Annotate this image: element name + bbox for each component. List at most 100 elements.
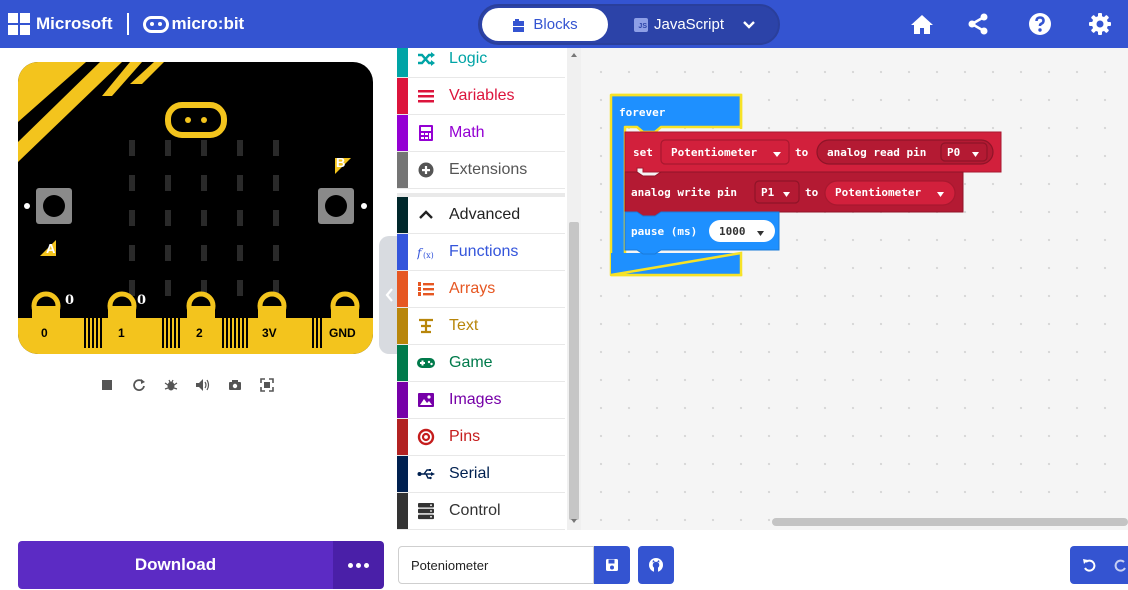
- save-icon: [606, 559, 618, 571]
- microbit-simulator[interactable]: A B 0 0 0 1 2 3V GND: [18, 62, 373, 354]
- ellipsis-dot: [356, 562, 361, 568]
- toolbox-item-label: Extensions: [449, 161, 528, 178]
- toolbox-item-logic[interactable]: Logic: [397, 48, 565, 78]
- toolbox-item-game[interactable]: Game: [397, 345, 565, 382]
- toolbox-scroll-thumb[interactable]: [569, 222, 579, 520]
- github-button[interactable]: [638, 546, 674, 584]
- toolbox-item-arrays[interactable]: Arrays: [397, 271, 565, 308]
- chevron-up-icon: [419, 210, 433, 219]
- category-color-bar: [397, 48, 408, 77]
- microsoft-label: Microsoft: [36, 14, 113, 33]
- pin-3v-label: 3V: [262, 326, 277, 340]
- category-color-bar: [397, 419, 408, 455]
- home-icon[interactable]: [910, 12, 934, 36]
- javascript-icon: JS: [633, 17, 648, 32]
- write-pin-dropdown[interactable]: P1: [761, 186, 775, 199]
- share-icon[interactable]: [966, 12, 990, 36]
- pin-gnd-label: GND: [329, 326, 356, 340]
- restart-icon[interactable]: [128, 374, 150, 396]
- more-options-button[interactable]: [333, 541, 384, 589]
- category-color-bar: [397, 234, 408, 270]
- read-pin-dropdown[interactable]: P0: [947, 146, 960, 159]
- pin-1-label[interactable]: 1: [118, 326, 125, 340]
- toolbox-item-serial[interactable]: Serial: [397, 456, 565, 493]
- toolbox-scrollbar[interactable]: [567, 48, 581, 530]
- analog-write-block[interactable]: analog write pin P1 to Potentiometer: [624, 171, 964, 217]
- image-icon: [418, 393, 434, 407]
- microsoft-logo-icon: [8, 13, 30, 35]
- brand[interactable]: Microsoft micro:bit: [8, 0, 244, 48]
- download-button[interactable]: Download: [18, 541, 333, 589]
- toolbox-item-functions[interactable]: f (x) Functions: [397, 234, 565, 271]
- ellipsis-dot: [364, 562, 369, 568]
- redo-button[interactable]: [1108, 546, 1128, 584]
- pin-2-label[interactable]: 2: [196, 326, 203, 340]
- project-name-input[interactable]: [398, 546, 594, 584]
- toolbox-item-label: Text: [449, 317, 479, 334]
- toolbox-item-pins[interactable]: Pins: [397, 419, 565, 456]
- gamepad-icon: [417, 358, 435, 368]
- write-value-dropdown[interactable]: Potentiometer: [835, 186, 921, 199]
- text-icon: [419, 318, 433, 334]
- github-icon: [649, 558, 663, 573]
- toolbox-item-label: Math: [449, 124, 485, 141]
- toolbox-item-variables[interactable]: Variables: [397, 78, 565, 115]
- stop-icon[interactable]: [96, 374, 118, 396]
- board-graphic: [18, 62, 373, 354]
- pause-value-input[interactable]: 1000: [719, 225, 746, 238]
- analog-write-label: analog write pin: [631, 186, 737, 199]
- analog-read-label: analog read pin: [827, 146, 926, 159]
- toolbox-item-math[interactable]: Math: [397, 115, 565, 152]
- chevron-down-icon[interactable]: [742, 18, 756, 32]
- microbit-label: micro:bit: [171, 14, 245, 33]
- list-ol-icon: [418, 282, 434, 296]
- workspace-horizontal-scrollbar[interactable]: [772, 518, 1128, 526]
- toolbox: Logic Variables Math Extensions Advanced…: [397, 48, 567, 530]
- save-button[interactable]: [594, 546, 630, 584]
- tab-javascript[interactable]: JS JavaScript: [624, 8, 734, 41]
- to-label-2: to: [805, 186, 819, 199]
- debug-icon[interactable]: [160, 374, 182, 396]
- toolbox-item-extensions[interactable]: Extensions: [397, 152, 565, 189]
- pin0-reading: 0: [65, 293, 75, 308]
- category-color-bar: [397, 197, 408, 233]
- shuffle-icon: [418, 52, 435, 66]
- tab-blocks[interactable]: Blocks: [482, 8, 608, 41]
- tab-javascript-label: JavaScript: [653, 16, 725, 33]
- toolbox-item-label: Arrays: [449, 280, 496, 297]
- toolbox-item-label: Pins: [449, 428, 481, 445]
- pause-block[interactable]: pause (ms) 1000: [624, 211, 780, 255]
- server-icon: [418, 503, 434, 520]
- toolbox-item-label: Serial: [449, 465, 490, 482]
- settings-icon[interactable]: [1088, 12, 1112, 36]
- undo-button[interactable]: [1070, 546, 1108, 584]
- pin-0-label[interactable]: 0: [41, 326, 48, 340]
- simulator-controls: [96, 372, 306, 398]
- ellipsis-dot: [348, 562, 353, 568]
- category-color-bar: [397, 308, 408, 344]
- collapse-simulator-button[interactable]: [379, 236, 399, 354]
- pin1-reading: 0: [137, 293, 147, 308]
- forever-label: forever: [619, 106, 666, 119]
- blocks-workspace[interactable]: forever set Potentiometer to analog read…: [581, 48, 1128, 530]
- toolbox-item-label: Logic: [449, 50, 488, 67]
- list-icon: [418, 90, 434, 103]
- variable-dropdown[interactable]: Potentiometer: [671, 146, 757, 159]
- brand-divider: [126, 13, 129, 35]
- fullscreen-icon[interactable]: [256, 374, 278, 396]
- button-a-label: A: [46, 241, 56, 256]
- category-color-bar: [397, 78, 408, 114]
- screenshot-icon[interactable]: [224, 374, 246, 396]
- scroll-up-icon[interactable]: [567, 50, 581, 60]
- chevron-left-icon: [385, 288, 393, 302]
- svg-text:(x): (x): [423, 251, 434, 260]
- scroll-down-icon[interactable]: [567, 516, 581, 526]
- toolbox-item-advanced[interactable]: Advanced: [397, 197, 565, 234]
- mute-icon[interactable]: [192, 374, 214, 396]
- toolbox-item-text[interactable]: Text: [397, 308, 565, 345]
- set-variable-block[interactable]: set Potentiometer to analog read pin P0: [624, 131, 1002, 173]
- toolbox-item-control[interactable]: Control: [397, 493, 565, 530]
- help-icon[interactable]: [1028, 12, 1052, 36]
- toolbox-item-images[interactable]: Images: [397, 382, 565, 419]
- download-label: Download: [134, 555, 217, 574]
